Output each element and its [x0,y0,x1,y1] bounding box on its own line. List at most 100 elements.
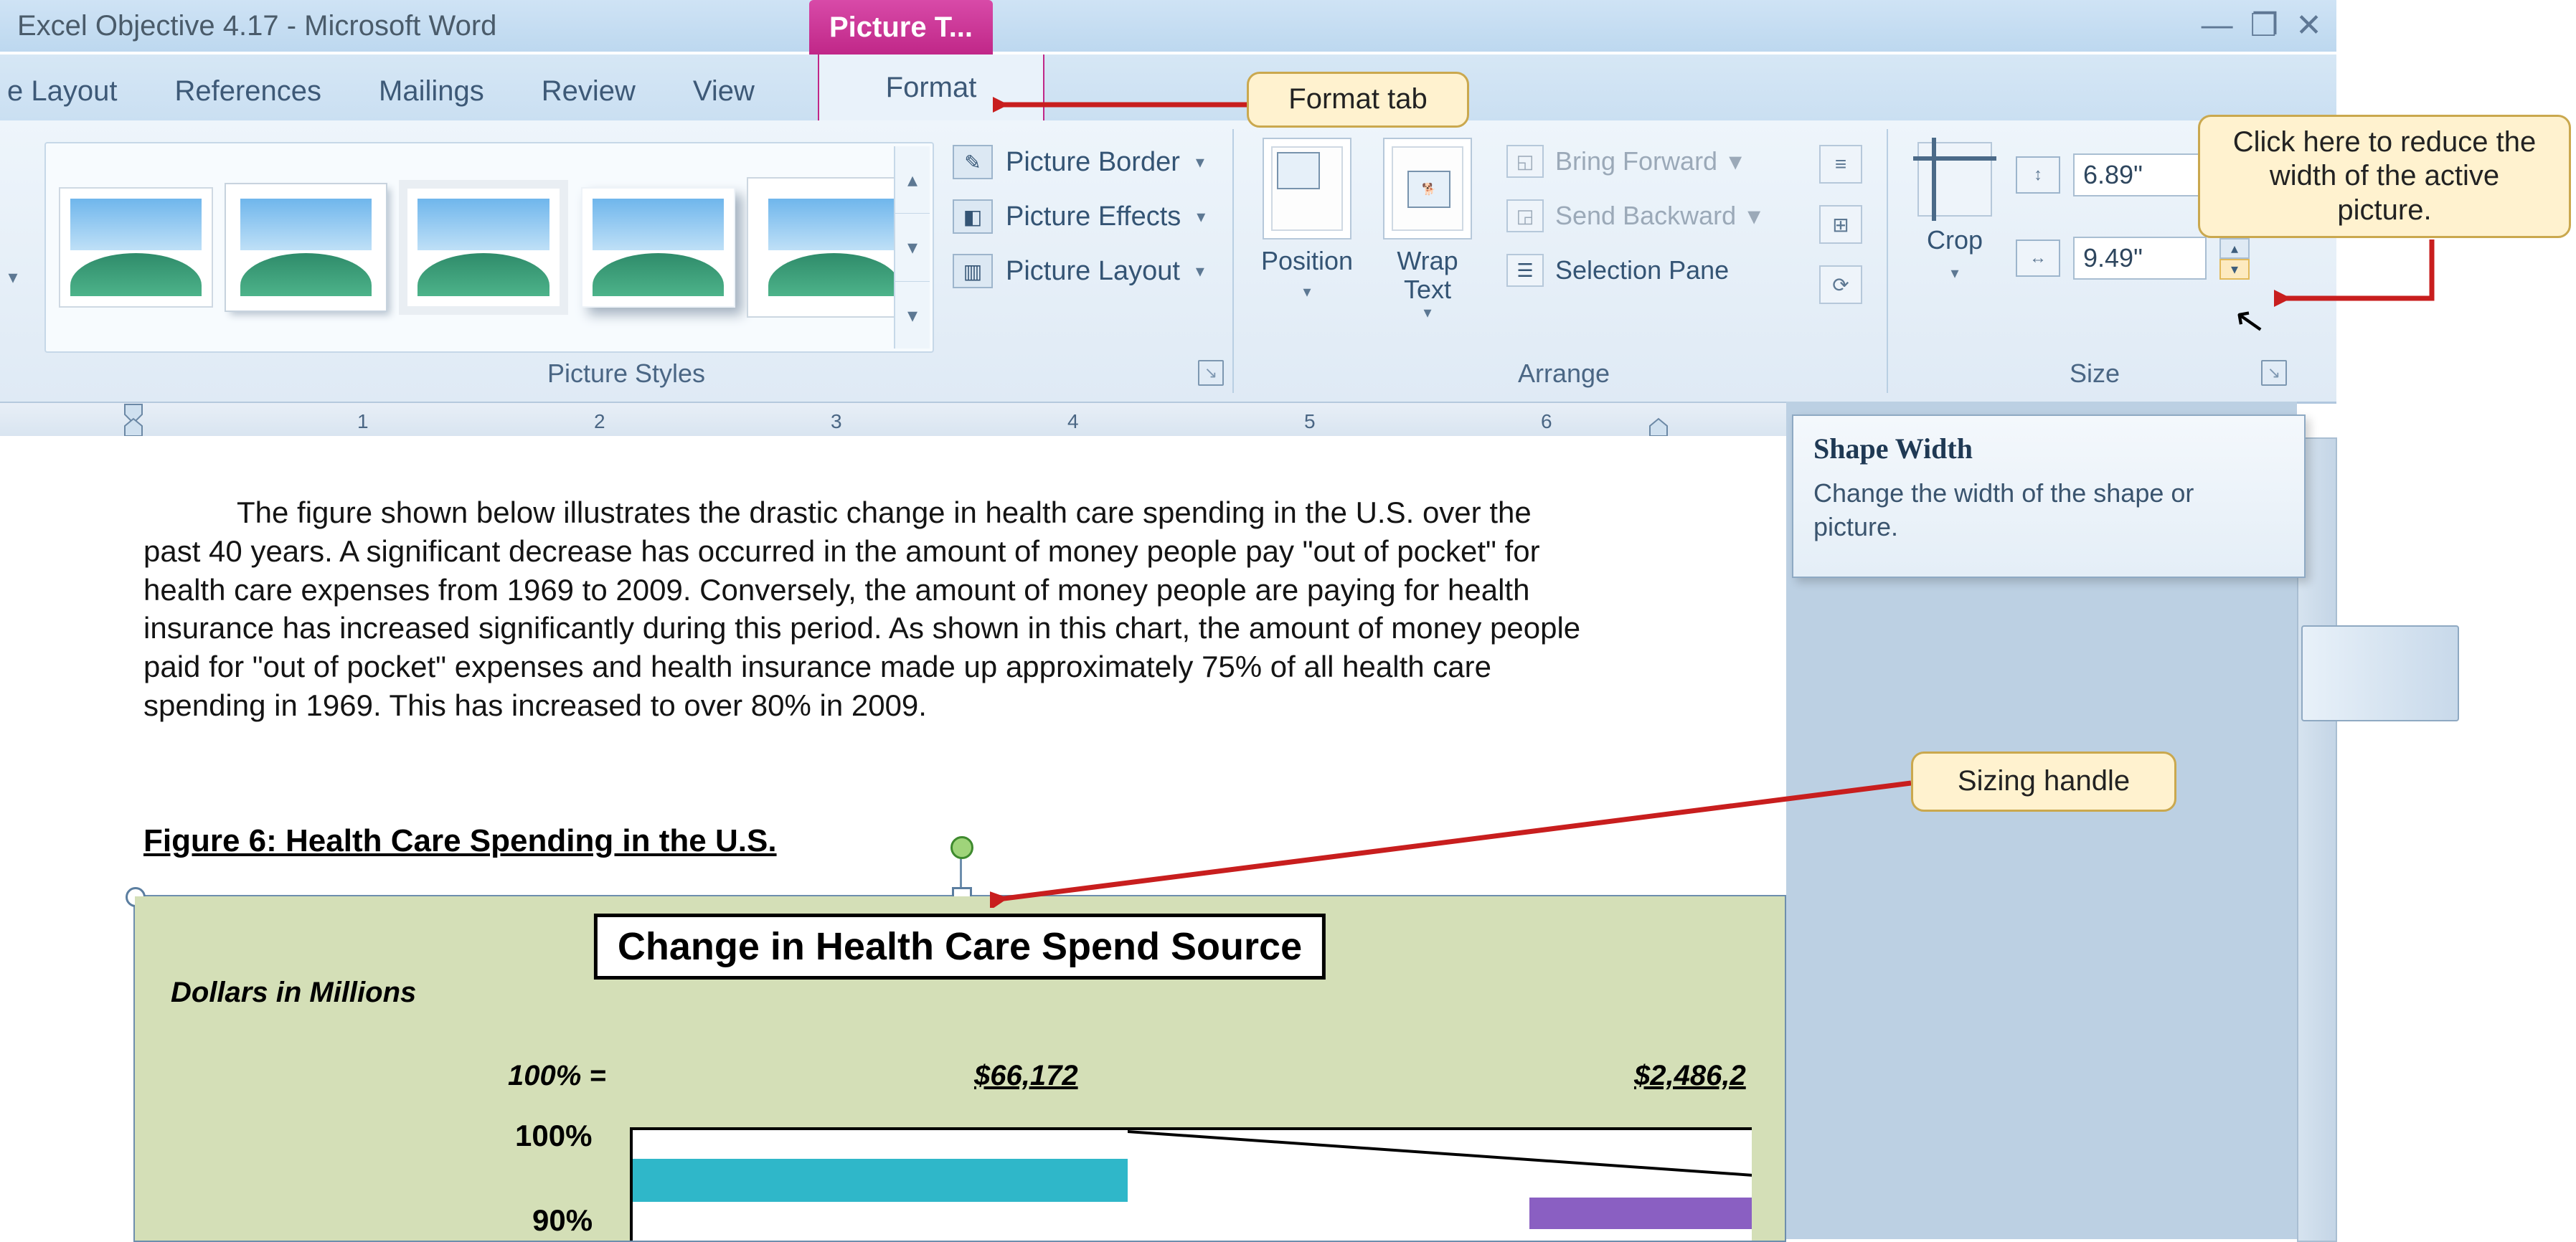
style-thumb-4[interactable] [581,187,735,308]
bring-forward-button[interactable]: ◱ Bring Forward ▾ [1506,145,1760,178]
style-thumb-2[interactable] [226,184,386,310]
y-tick-90: 90% [532,1203,593,1238]
chart-total-2: $2,486,2 [1634,1060,1746,1092]
bring-forward-icon: ◱ [1506,145,1544,178]
width-icon: ↔ [2016,240,2060,277]
picture-border-button[interactable]: ✎ Picture Border ▾ [953,145,1205,179]
wrap-text-icon: 🐕 [1383,138,1472,240]
dropdown-icon: ▾ [1196,152,1204,173]
gallery-scroll-up[interactable]: ▴ [895,146,930,214]
width-spin-up[interactable]: ▴ [2219,238,2250,259]
rotate-button[interactable]: ⟳ [1819,265,1862,304]
tooltip-title: Shape Width [1813,432,2284,465]
tab-review[interactable]: Review [513,75,664,120]
figure-caption: Figure 6: Health Care Spending in the U.… [143,823,777,859]
group-label-size: Size [1894,359,2296,389]
bring-forward-label: Bring Forward [1555,146,1717,176]
gallery-more[interactable]: ▾ [895,282,930,349]
contextual-tab-picture-tools[interactable]: Picture T... [809,0,993,57]
dropdown-icon: ▾ [1729,146,1742,176]
dropdown-icon: ▾ [1747,201,1760,231]
dropdown-icon: ▾ [1303,283,1311,301]
layout-icon: ▥ [953,254,993,288]
position-button[interactable]: Position ▾ [1255,138,1359,322]
embedded-chart: Change in Health Care Spend Source Dolla… [135,896,1785,1241]
picture-layout-button[interactable]: ▥ Picture Layout ▾ [953,254,1205,288]
body-paragraph-text: The figure shown below illustrates the d… [143,496,1580,722]
callout-sizing-handle: Sizing handle [1911,752,2176,812]
dropdown-icon: ▾ [1196,261,1204,282]
picture-styles-dialog-launcher[interactable]: ↘ [1198,360,1224,386]
group-button[interactable]: ⊞ [1819,205,1862,244]
crop-icon [1917,142,1992,217]
shape-width-row: ↔ 9.49" ▴ ▾ [2016,237,2250,280]
chart-subtitle: Dollars in Millions [171,977,416,1009]
picture-styles-menu: ✎ Picture Border ▾ ◧ Picture Effects ▾ ▥… [953,145,1205,288]
send-backward-icon: ◲ [1506,199,1544,232]
right-indent-marker[interactable] [1647,402,1670,439]
ruler-tick-4: 4 [1067,410,1079,433]
size-dialog-launcher[interactable]: ↘ [2261,360,2287,386]
selected-picture[interactable]: Change in Health Care Spend Source Dolla… [133,895,1786,1242]
chart-title: Change in Health Care Spend Source [594,914,1326,980]
height-icon: ↕ [2016,156,2060,194]
tab-mailings[interactable]: Mailings [350,75,513,120]
style-thumb-3[interactable] [399,180,567,315]
picture-layout-label: Picture Layout [1006,256,1180,287]
dropdown-icon: ▾ [1197,207,1205,227]
document-area[interactable]: The figure shown below illustrates the d… [0,436,1786,1239]
tab-page-layout[interactable]: e Layout [0,75,146,120]
tooltip-shape-width: Shape Width Change the width of the shap… [1792,414,2306,578]
tab-view[interactable]: View [664,75,783,120]
left-indent-marker[interactable] [122,402,145,439]
send-backward-label: Send Backward [1555,201,1736,231]
position-icon [1263,138,1351,240]
selection-pane-label: Selection Pane [1555,255,1729,285]
close-button[interactable]: ✕ [2296,7,2322,44]
tab-references[interactable]: References [146,75,350,120]
picture-effects-label: Picture Effects [1006,202,1181,232]
rotation-handle[interactable] [950,836,973,859]
selection-pane-button[interactable]: ☰ Selection Pane [1506,254,1760,287]
title-bar: Excel Objective 4.17 - Microsoft Word — … [0,0,2336,52]
tooltip-body: Change the width of the shape or picture… [1813,477,2284,544]
chart-plot-area [630,1127,1752,1241]
pencil-icon: ✎ [953,145,993,179]
ruler-tick-5: 5 [1304,410,1316,433]
maximize-button[interactable]: ❐ [2250,7,2278,44]
picture-styles-gallery[interactable]: ▴ ▾ ▾ [44,142,934,353]
group-label-arrange: Arrange [1241,359,1887,389]
callout-width-spinner: Click here to reduce the width of the ac… [2198,115,2571,238]
y-tick-100: 100% [515,1119,592,1153]
group-picture-styles: ▴ ▾ ▾ ✎ Picture Border ▾ ◧ Picture Effec… [20,129,1234,393]
style-thumb-1[interactable] [59,187,213,308]
width-spinner: ▴ ▾ [2219,238,2250,278]
ruler-tick-6: 6 [1541,410,1552,433]
wrap-text-button[interactable]: 🐕 Wrap Text ▾ [1376,138,1479,322]
gallery-scroll: ▴ ▾ ▾ [894,146,930,349]
ribbon: ▾ ▴ ▾ ▾ ✎ Picture Border ▾ ◧ Picture Eff… [0,120,2336,404]
ruler-tick-3: 3 [831,410,842,433]
picture-border-label: Picture Border [1006,147,1180,178]
window-controls: — ❐ ✕ [2202,7,2322,44]
send-backward-button[interactable]: ◲ Send Backward ▾ [1506,199,1760,232]
crop-label: Crop [1927,225,1983,255]
chart-total-1: $66,172 [974,1060,1078,1092]
effects-icon: ◧ [953,199,993,234]
width-spin-down[interactable]: ▾ [2219,259,2250,280]
position-label: Position [1261,247,1353,275]
wrap-text-label: Wrap Text [1397,247,1458,303]
picture-effects-button[interactable]: ◧ Picture Effects ▾ [953,199,1205,234]
align-button[interactable]: ≡ [1819,145,1862,184]
group-arrange: Position ▾ 🐕 Wrap Text ▾ ◱ Bring Forward… [1241,129,1888,393]
shape-height-input[interactable]: 6.89" [2073,153,2207,196]
shape-width-input[interactable]: 9.49" [2073,237,2207,280]
gallery-scroll-down[interactable]: ▾ [895,214,930,281]
dropdown-icon: ▾ [1423,303,1431,322]
scrollbar-thumb[interactable] [2301,625,2459,721]
horizontal-ruler[interactable]: 1 2 3 4 5 6 [0,402,1786,439]
group-label-picture-styles: Picture Styles [20,359,1232,389]
crop-button[interactable]: Crop ▾ [1908,142,2001,283]
window-title: Excel Objective 4.17 - Microsoft Word [17,10,496,42]
minimize-button[interactable]: — [2202,7,2233,44]
